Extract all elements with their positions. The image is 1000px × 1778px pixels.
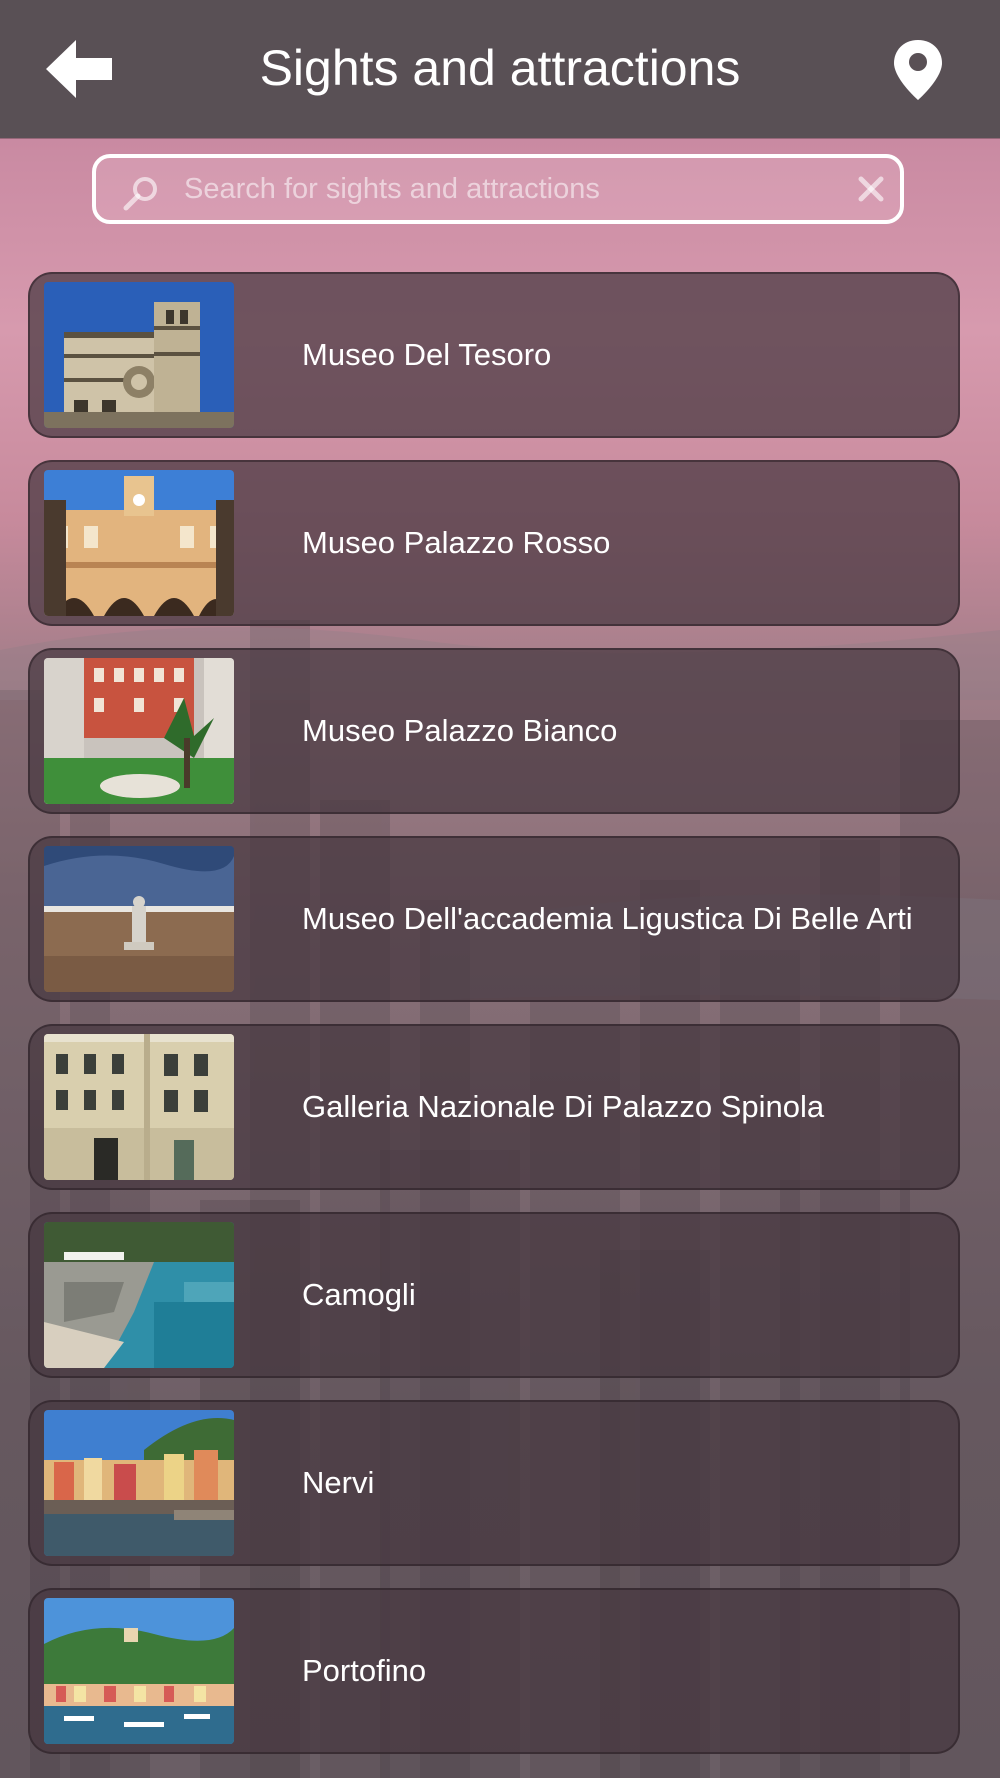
list-item[interactable]: Portofino [28, 1588, 960, 1754]
portofino-photo [44, 1598, 234, 1744]
cathedral-photo [44, 282, 234, 428]
list-item[interactable]: Museo Palazzo Bianco [28, 648, 960, 814]
harbor-photo [44, 1410, 234, 1556]
beach-photo [44, 1222, 234, 1368]
search-bar [92, 154, 904, 224]
list-item[interactable]: Museo Dell'accademia Ligustica Di Belle … [28, 836, 960, 1002]
list-item-label: Galleria Nazionale Di Palazzo Spinola [302, 1089, 825, 1124]
list-item-label: Portofino [302, 1653, 427, 1688]
list-item[interactable]: Camogli [28, 1212, 960, 1378]
list-item[interactable]: Nervi [28, 1400, 960, 1566]
list-item[interactable]: Galleria Nazionale Di Palazzo Spinola [28, 1024, 960, 1190]
list-item-label: Museo Del Tesoro [302, 337, 552, 372]
search-input[interactable] [184, 158, 824, 220]
arrow-left-icon [46, 40, 112, 98]
search-icon [123, 177, 157, 211]
back-button[interactable] [40, 36, 120, 102]
statue-photo [44, 846, 234, 992]
list-item[interactable]: Museo Palazzo Rosso [28, 460, 960, 626]
list-item-label: Museo Palazzo Rosso [302, 525, 611, 560]
list-item-label: Camogli [302, 1277, 416, 1312]
map-button[interactable] [890, 38, 946, 102]
top-bar: Sights and attractions [0, 0, 1000, 138]
palazzo-garden-photo [44, 658, 234, 804]
list-item[interactable]: Museo Del Tesoro [28, 272, 960, 438]
list-item-label: Nervi [302, 1465, 375, 1500]
list-item-label: Museo Palazzo Bianco [302, 713, 618, 748]
list-item-label: Museo Dell'accademia Ligustica Di Belle … [302, 901, 913, 936]
map-pin-icon [894, 40, 942, 100]
clear-icon[interactable] [856, 174, 886, 204]
palazzo-courtyard-photo [44, 470, 234, 616]
attractions-list: Museo Del Tesoro Museo Palazzo Rosso Mus… [28, 272, 960, 1776]
page-title: Sights and attractions [259, 40, 741, 96]
palazzo-facade-photo [44, 1034, 234, 1180]
